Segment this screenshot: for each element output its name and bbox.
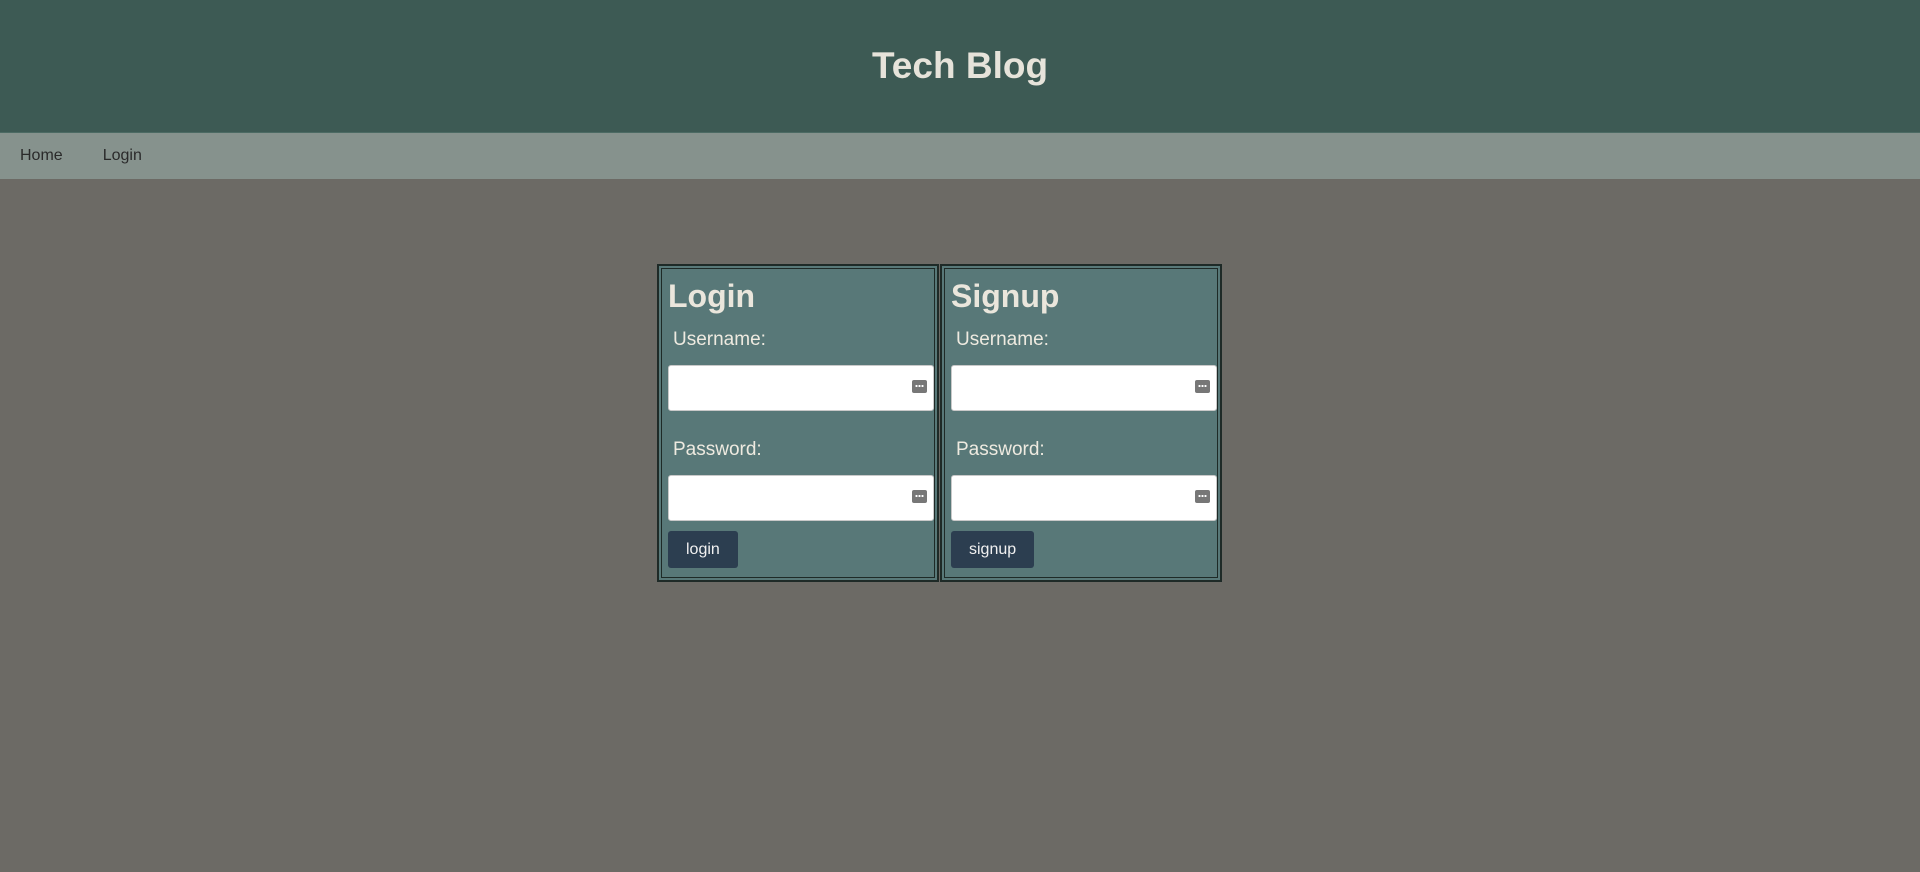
signup-username-field xyxy=(951,365,1217,411)
password-manager-icon[interactable] xyxy=(1195,490,1210,503)
password-manager-icon[interactable] xyxy=(912,490,927,503)
signup-title: Signup xyxy=(951,278,1060,314)
nav-login-link[interactable]: Login xyxy=(103,147,142,165)
signup-password-input[interactable] xyxy=(952,476,1216,520)
signup-password-label: Password: xyxy=(956,439,1045,460)
signup-password-field xyxy=(951,475,1217,521)
login-form: Login Username: Password: login xyxy=(657,264,939,582)
password-manager-icon[interactable] xyxy=(1195,380,1210,393)
login-username-label: Username: xyxy=(673,329,766,350)
forms-container: Login Username: Password: login Signup U… xyxy=(657,264,1222,582)
login-username-field xyxy=(668,365,934,411)
signup-form: Signup Username: Password: signup xyxy=(940,264,1222,582)
signup-username-input[interactable] xyxy=(952,366,1216,410)
main-content: Login Username: Password: login Signup U… xyxy=(0,179,1920,872)
login-password-field xyxy=(668,475,934,521)
signup-username-label: Username: xyxy=(956,329,1049,350)
login-password-label: Password: xyxy=(673,439,762,460)
signup-button[interactable]: signup xyxy=(951,531,1035,568)
password-manager-icon[interactable] xyxy=(912,380,927,393)
nav-bar: Home Login xyxy=(0,133,1920,179)
login-password-input[interactable] xyxy=(669,476,933,520)
login-button[interactable]: login xyxy=(668,531,738,568)
login-title: Login xyxy=(668,278,756,314)
login-username-input[interactable] xyxy=(669,366,933,410)
nav-home-link[interactable]: Home xyxy=(20,147,63,165)
site-header: Tech Blog xyxy=(0,0,1920,133)
site-title: Tech Blog xyxy=(871,45,1049,86)
